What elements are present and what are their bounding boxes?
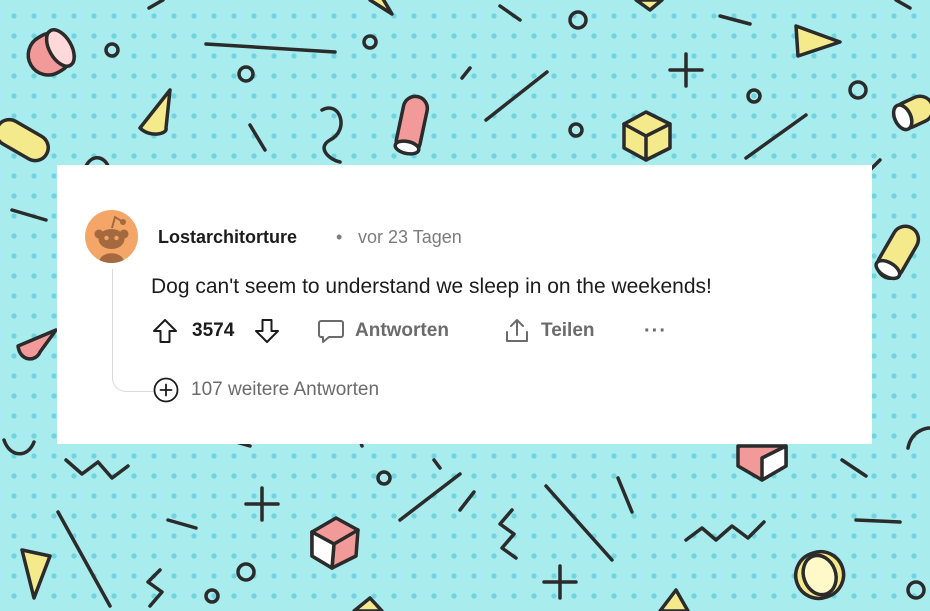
ellipsis-icon[interactable]: ··· [644,320,667,343]
plus-circle-icon [153,377,179,403]
reply-label: Antworten [355,320,449,341]
snoo-icon [94,215,129,263]
vote-score: 3574 [192,320,235,341]
share-label: Teilen [541,320,595,341]
timestamp[interactable]: vor 23 Tagen [358,227,462,248]
comment-body: Dog can't seem to understand we sleep in… [151,275,712,298]
share-icon [506,319,528,342]
separator-dot: • [336,227,343,247]
thread-line[interactable] [112,269,154,392]
comment-card: Lostarchitorture • vor 23 Tagen Dog can'… [57,165,872,444]
reddit-snoo-avatar-icon[interactable] [85,210,138,263]
downvote-button[interactable] [254,318,280,344]
upvote-button[interactable] [152,318,178,344]
arrow-down-icon [255,319,279,343]
username[interactable]: Lostarchitorture [158,227,297,248]
share-button[interactable]: Teilen [503,316,595,346]
more-replies-link[interactable]: 107 weitere Antworten [153,377,379,403]
reply-button[interactable]: Antworten [317,316,449,346]
speech-bubble-icon [318,320,344,343]
more-replies-label: 107 weitere Antworten [191,379,380,400]
arrow-up-icon [153,319,177,343]
